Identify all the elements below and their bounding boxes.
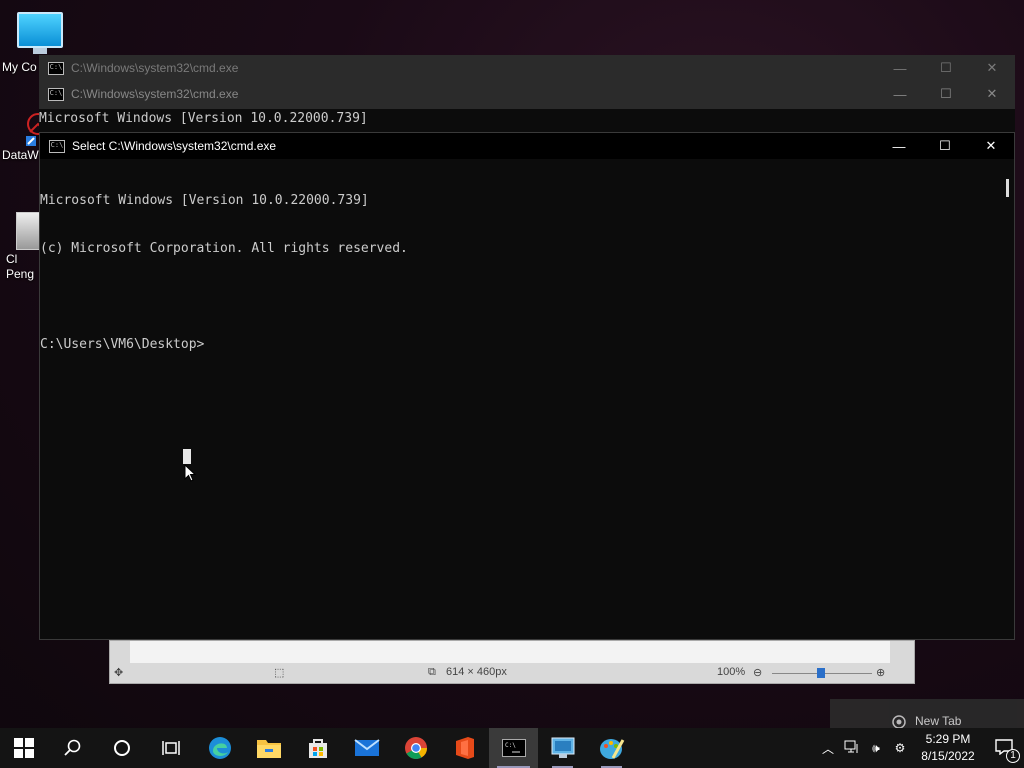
store-icon	[308, 739, 327, 758]
image-editor-window[interactable]: ✥ ⬚ ⧉ 614 × 460px 100% ⊖ ⊕	[109, 640, 915, 684]
control-panel-icon	[551, 737, 574, 758]
maximize-button[interactable]: ☐	[922, 133, 968, 159]
cmd-window-main[interactable]: C:\ Select C:\Windows\system32\cmd.exe —…	[39, 132, 1015, 640]
clock[interactable]: 5:29 PM 8/15/2022	[912, 731, 984, 765]
volume-icon[interactable]: 🕪	[864, 741, 888, 756]
svg-text:C:\: C:\	[505, 742, 516, 749]
clock-date: 8/15/2022	[921, 749, 975, 763]
zoom-in-button[interactable]: ⊕	[876, 666, 885, 679]
taskbar-store[interactable]	[293, 728, 342, 768]
taskbar-edge[interactable]	[195, 728, 244, 768]
folder-icon	[256, 740, 281, 758]
mail-icon	[353, 739, 380, 756]
cortana-button[interactable]	[97, 728, 146, 768]
scrollbar-thumb[interactable]	[1006, 179, 1009, 197]
image-size-icon: ⧉	[428, 666, 436, 678]
edge-icon	[208, 737, 231, 759]
zoom-level: 100%	[717, 666, 746, 678]
maximize-button[interactable]: ☐	[923, 81, 969, 107]
close-button[interactable]: ✕	[969, 55, 1015, 81]
cmd-icon: C:\	[48, 87, 64, 101]
titlebar[interactable]: C:\ C:\Windows\system32\cmd.exe — ☐ ✕	[39, 55, 1015, 81]
window-title: Select C:\Windows\system32\cmd.exe	[72, 139, 277, 153]
maximize-button[interactable]: ☐	[923, 55, 969, 81]
minimize-button[interactable]: —	[877, 55, 923, 81]
taskbar: C:\ ︿ 🕪 ⚙ 5:29 PM 8/15/2022 1	[0, 728, 1024, 768]
taskbar-control-panel[interactable]	[538, 728, 587, 768]
start-button[interactable]	[0, 728, 48, 768]
cmd-icon: C:\	[501, 739, 526, 757]
notification-count: 1	[1006, 748, 1020, 763]
chrome-icon	[404, 737, 427, 759]
windows-logo-icon	[14, 738, 34, 758]
taskbar-mail[interactable]	[342, 728, 391, 768]
console-output[interactable]: Microsoft Windows [Version 10.0.22000.73…	[40, 161, 1000, 639]
close-button[interactable]: ✕	[968, 133, 1014, 159]
search-icon	[63, 739, 80, 756]
move-icon[interactable]: ✥	[114, 666, 123, 679]
editor-statusbar: ✥ ⬚ ⧉ 614 × 460px 100% ⊖ ⊕	[110, 663, 914, 683]
taskbar-office[interactable]	[440, 728, 489, 768]
titlebar[interactable]: C:\ C:\Windows\system32\cmd.exe — ☐ ✕	[39, 81, 1015, 107]
minimize-button[interactable]: —	[877, 81, 923, 107]
window-title: C:\Windows\system32\cmd.exe	[71, 87, 239, 101]
close-button[interactable]: ✕	[969, 81, 1015, 107]
minimize-button[interactable]: —	[876, 133, 922, 159]
chevron-up-icon[interactable]: ︿	[816, 740, 840, 757]
console-line: Microsoft Windows [Version 10.0.22000.73…	[40, 193, 369, 208]
network-icon[interactable]	[840, 740, 864, 757]
selection-icon: ⬚	[274, 667, 285, 679]
image-dimensions: 614 × 460px	[446, 666, 507, 678]
console-line: (c) Microsoft Corporation. All rights re…	[40, 241, 408, 256]
titlebar[interactable]: C:\ Select C:\Windows\system32\cmd.exe —…	[40, 133, 1014, 159]
new-tab-label: New Tab	[915, 714, 962, 728]
cmd-icon: C:\	[49, 139, 65, 153]
cortana-icon	[113, 740, 130, 756]
text-cursor	[183, 449, 191, 464]
clock-time: 5:29 PM	[925, 732, 971, 746]
taskbar-cmd[interactable]: C:\	[489, 728, 538, 768]
taskbar-paint[interactable]	[587, 728, 636, 768]
zoom-slider-thumb[interactable]	[817, 668, 825, 678]
action-center-button[interactable]: 1	[984, 738, 1024, 763]
console-line: Microsoft Windows [Version 10.0.22000.73…	[39, 111, 368, 126]
task-view-button[interactable]	[146, 728, 195, 768]
zoom-out-button[interactable]: ⊖	[753, 666, 762, 679]
paint-icon	[599, 739, 624, 759]
taskbar-file-explorer[interactable]	[244, 728, 293, 768]
system-tray: ︿ 🕪 ⚙ 5:29 PM 8/15/2022 1	[816, 728, 1024, 768]
settings-gear-icon[interactable]: ⚙	[888, 741, 912, 755]
console-prompt: C:\Users\VM6\Desktop>	[40, 337, 205, 352]
monitor-icon	[17, 12, 63, 54]
office-icon	[455, 737, 474, 759]
cmd-icon: C:\	[48, 61, 64, 75]
new-tab-preview[interactable]: New Tab	[830, 699, 1024, 729]
scrollbar[interactable]	[1000, 161, 1014, 639]
mouse-pointer-icon	[184, 463, 197, 487]
chrome-small-icon	[892, 715, 906, 729]
window-title: C:\Windows\system32\cmd.exe	[71, 61, 239, 75]
taskbar-chrome[interactable]	[391, 728, 440, 768]
editor-canvas	[130, 641, 890, 663]
search-button[interactable]	[48, 728, 97, 768]
task-view-icon	[161, 741, 180, 755]
